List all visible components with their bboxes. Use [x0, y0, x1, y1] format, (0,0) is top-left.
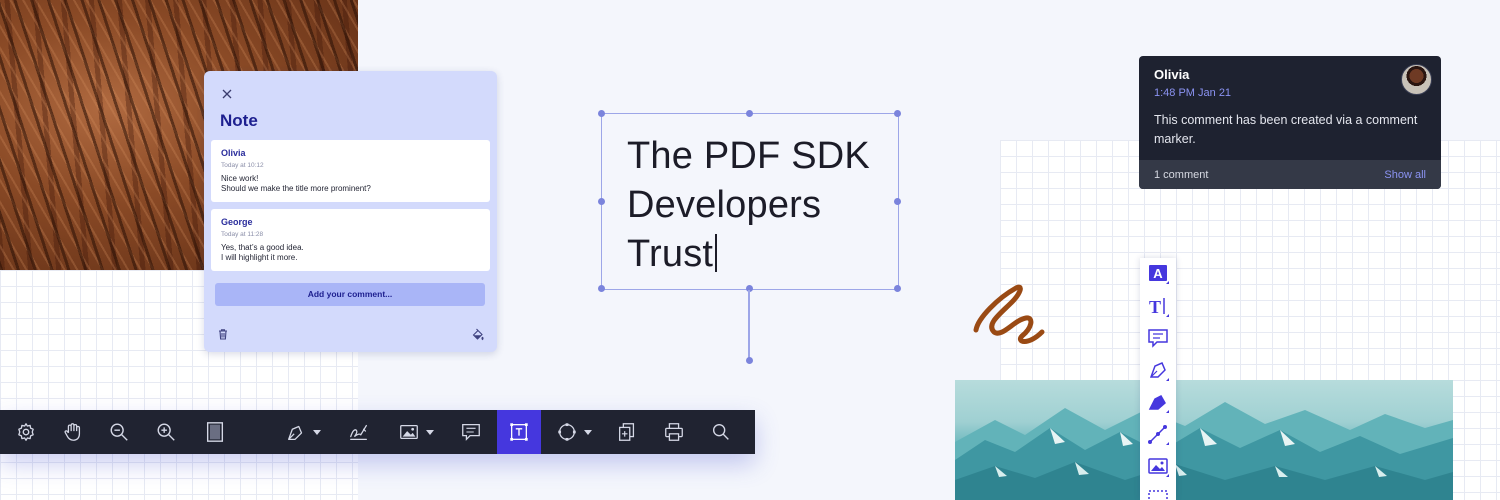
comment-author: George: [221, 217, 253, 227]
chevron-down-icon: [426, 430, 434, 435]
headline-line: The PDF SDK: [627, 135, 870, 177]
zoom-out-icon[interactable]: [103, 410, 135, 454]
comment-time: Today at 10:12: [221, 162, 264, 169]
resize-handle[interactable]: [894, 110, 901, 117]
comment-author: Olivia: [221, 148, 246, 158]
chevron-down-icon: [313, 430, 321, 435]
text-highlighter-icon[interactable]: A: [1146, 262, 1170, 286]
headline-line: Developers: [627, 184, 822, 226]
headline-text[interactable]: The PDF SDK Developers Trust: [627, 132, 895, 279]
svg-text:A: A: [1153, 266, 1163, 281]
resize-handle[interactable]: [894, 197, 901, 205]
note-panel: Note Olivia Today at 10:12 Nice work! Sh…: [204, 71, 497, 352]
zoom-in-icon[interactable]: [150, 410, 182, 454]
mountain-image: [955, 380, 1453, 500]
comment-text: This comment has been created via a comm…: [1154, 113, 1418, 146]
search-icon[interactable]: [705, 410, 737, 454]
trash-icon[interactable]: [216, 327, 230, 341]
selection-icon[interactable]: [1146, 486, 1170, 500]
comment-count: 1 comment: [1154, 169, 1209, 181]
pan-hand-icon[interactable]: [57, 410, 89, 454]
highlighter-icon[interactable]: [1146, 390, 1170, 414]
comment-time: Today at 11:28: [221, 231, 264, 238]
note-icon[interactable]: [455, 410, 487, 454]
pen-icon[interactable]: [1146, 358, 1170, 382]
image-icon[interactable]: [1146, 454, 1170, 478]
line-icon[interactable]: [1146, 422, 1170, 446]
page-layout-icon[interactable]: [199, 410, 231, 454]
signature-icon[interactable]: [343, 410, 375, 454]
show-all-link[interactable]: Show all: [1384, 169, 1426, 181]
comment-text: Nice work!: [221, 174, 259, 183]
annotation-toolbar: A T: [1140, 258, 1176, 500]
close-icon[interactable]: [220, 87, 234, 101]
rotation-stem: [748, 290, 750, 360]
comment-footer: 1 comment Show all: [1139, 160, 1441, 189]
comment-icon[interactable]: [1146, 326, 1170, 350]
print-icon[interactable]: [658, 410, 690, 454]
text-icon[interactable]: T: [1146, 294, 1170, 318]
document-editor-icon[interactable]: [611, 410, 643, 454]
comment-card: Olivia Today at 10:12 Nice work! Should …: [211, 140, 490, 202]
resize-handle[interactable]: [894, 285, 901, 292]
settings-icon[interactable]: [10, 410, 42, 454]
comment-card: George Today at 11:28 Yes, that’s a good…: [211, 209, 490, 271]
avatar: [1401, 64, 1432, 95]
comment-text: Yes, that’s a good idea.: [221, 243, 304, 252]
image-icon[interactable]: [393, 410, 439, 454]
resize-handle[interactable]: [746, 110, 753, 117]
text-annotation-icon[interactable]: [497, 410, 541, 454]
add-comment-button[interactable]: Add your comment...: [215, 283, 485, 306]
comment-time: 1:48 PM Jan 21: [1154, 87, 1232, 99]
comment-popover: Olivia 1:48 PM Jan 21 This comment has b…: [1139, 56, 1441, 189]
ink-pen-icon[interactable]: [280, 410, 326, 454]
note-title: Note: [220, 111, 258, 130]
main-toolbar: [0, 410, 755, 454]
rotation-handle[interactable]: [746, 357, 753, 364]
comment-text: I will highlight it more.: [221, 253, 298, 262]
svg-text:T: T: [1149, 297, 1161, 317]
text-cursor: [715, 234, 717, 272]
shapes-icon[interactable]: [551, 410, 597, 454]
comment-text: Should we make the title more prominent?: [221, 184, 371, 193]
resize-handle[interactable]: [598, 197, 605, 205]
chevron-down-icon: [584, 430, 592, 435]
mountain-illustration: [955, 402, 1453, 500]
resize-handle[interactable]: [598, 285, 605, 292]
comment-author: Olivia: [1154, 67, 1190, 82]
resize-handle[interactable]: [598, 110, 605, 117]
headline-line: Trust: [627, 233, 714, 275]
fill-color-icon[interactable]: [471, 327, 485, 341]
ink-annotation[interactable]: [968, 280, 1050, 352]
